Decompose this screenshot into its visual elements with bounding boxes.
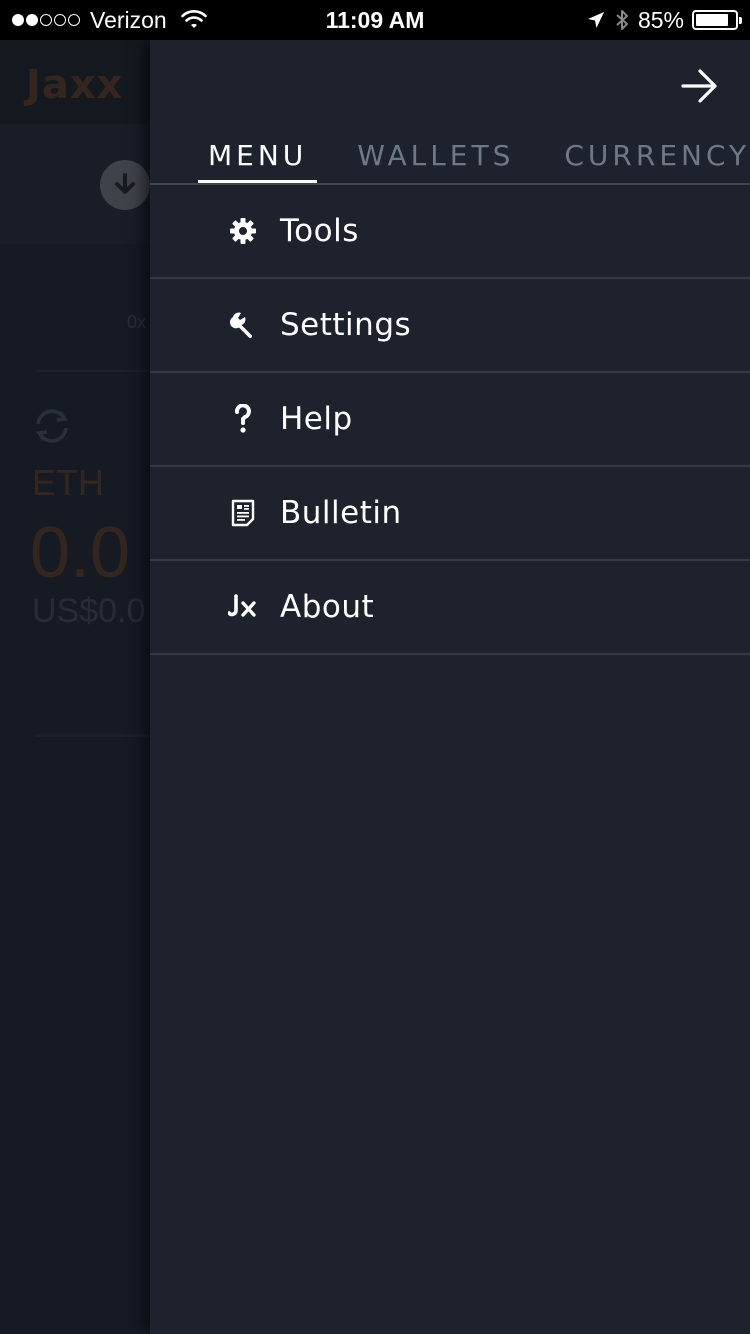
bluetooth-icon xyxy=(616,10,628,30)
menu-item-tools[interactable]: Tools xyxy=(150,185,750,279)
drawer-menu: Tools Settings Help Bulletin About xyxy=(150,185,750,655)
menu-item-label: Tools xyxy=(280,213,359,249)
tab-wallets[interactable]: WALLETS xyxy=(347,136,524,184)
question-icon xyxy=(228,373,258,465)
battery-cap xyxy=(739,17,742,24)
tab-menu[interactable]: MENU xyxy=(198,136,318,184)
wrench-icon xyxy=(228,279,258,371)
status-bar: Verizon 11:09 AM 85% xyxy=(0,0,750,40)
menu-item-label: Bulletin xyxy=(280,495,402,531)
menu-item-settings[interactable]: Settings xyxy=(150,279,750,373)
menu-item-label: Settings xyxy=(280,307,412,343)
document-icon xyxy=(228,467,258,559)
tab-currency[interactable]: CURRENCY xyxy=(554,136,750,184)
location-arrow-icon xyxy=(587,12,604,28)
status-bar-right: 85% xyxy=(586,0,742,40)
drawer-tabs: MENU WALLETS CURRENCY xyxy=(198,136,750,184)
menu-item-help[interactable]: Help xyxy=(150,373,750,467)
battery-level xyxy=(696,14,729,26)
menu-item-label: Help xyxy=(280,401,353,437)
close-drawer-button[interactable] xyxy=(680,66,720,106)
battery-percent: 85% xyxy=(637,6,684,33)
side-drawer: MENU WALLETS CURRENCY Tools Settings Hel… xyxy=(150,40,750,1334)
menu-item-label: About xyxy=(280,589,375,625)
jaxx-logo-icon xyxy=(228,561,258,653)
menu-item-bulletin[interactable]: Bulletin xyxy=(150,467,750,561)
arrow-right-icon xyxy=(681,69,717,103)
menu-item-about[interactable]: About xyxy=(150,561,750,655)
battery-icon xyxy=(692,10,742,30)
gear-icon xyxy=(228,185,258,277)
